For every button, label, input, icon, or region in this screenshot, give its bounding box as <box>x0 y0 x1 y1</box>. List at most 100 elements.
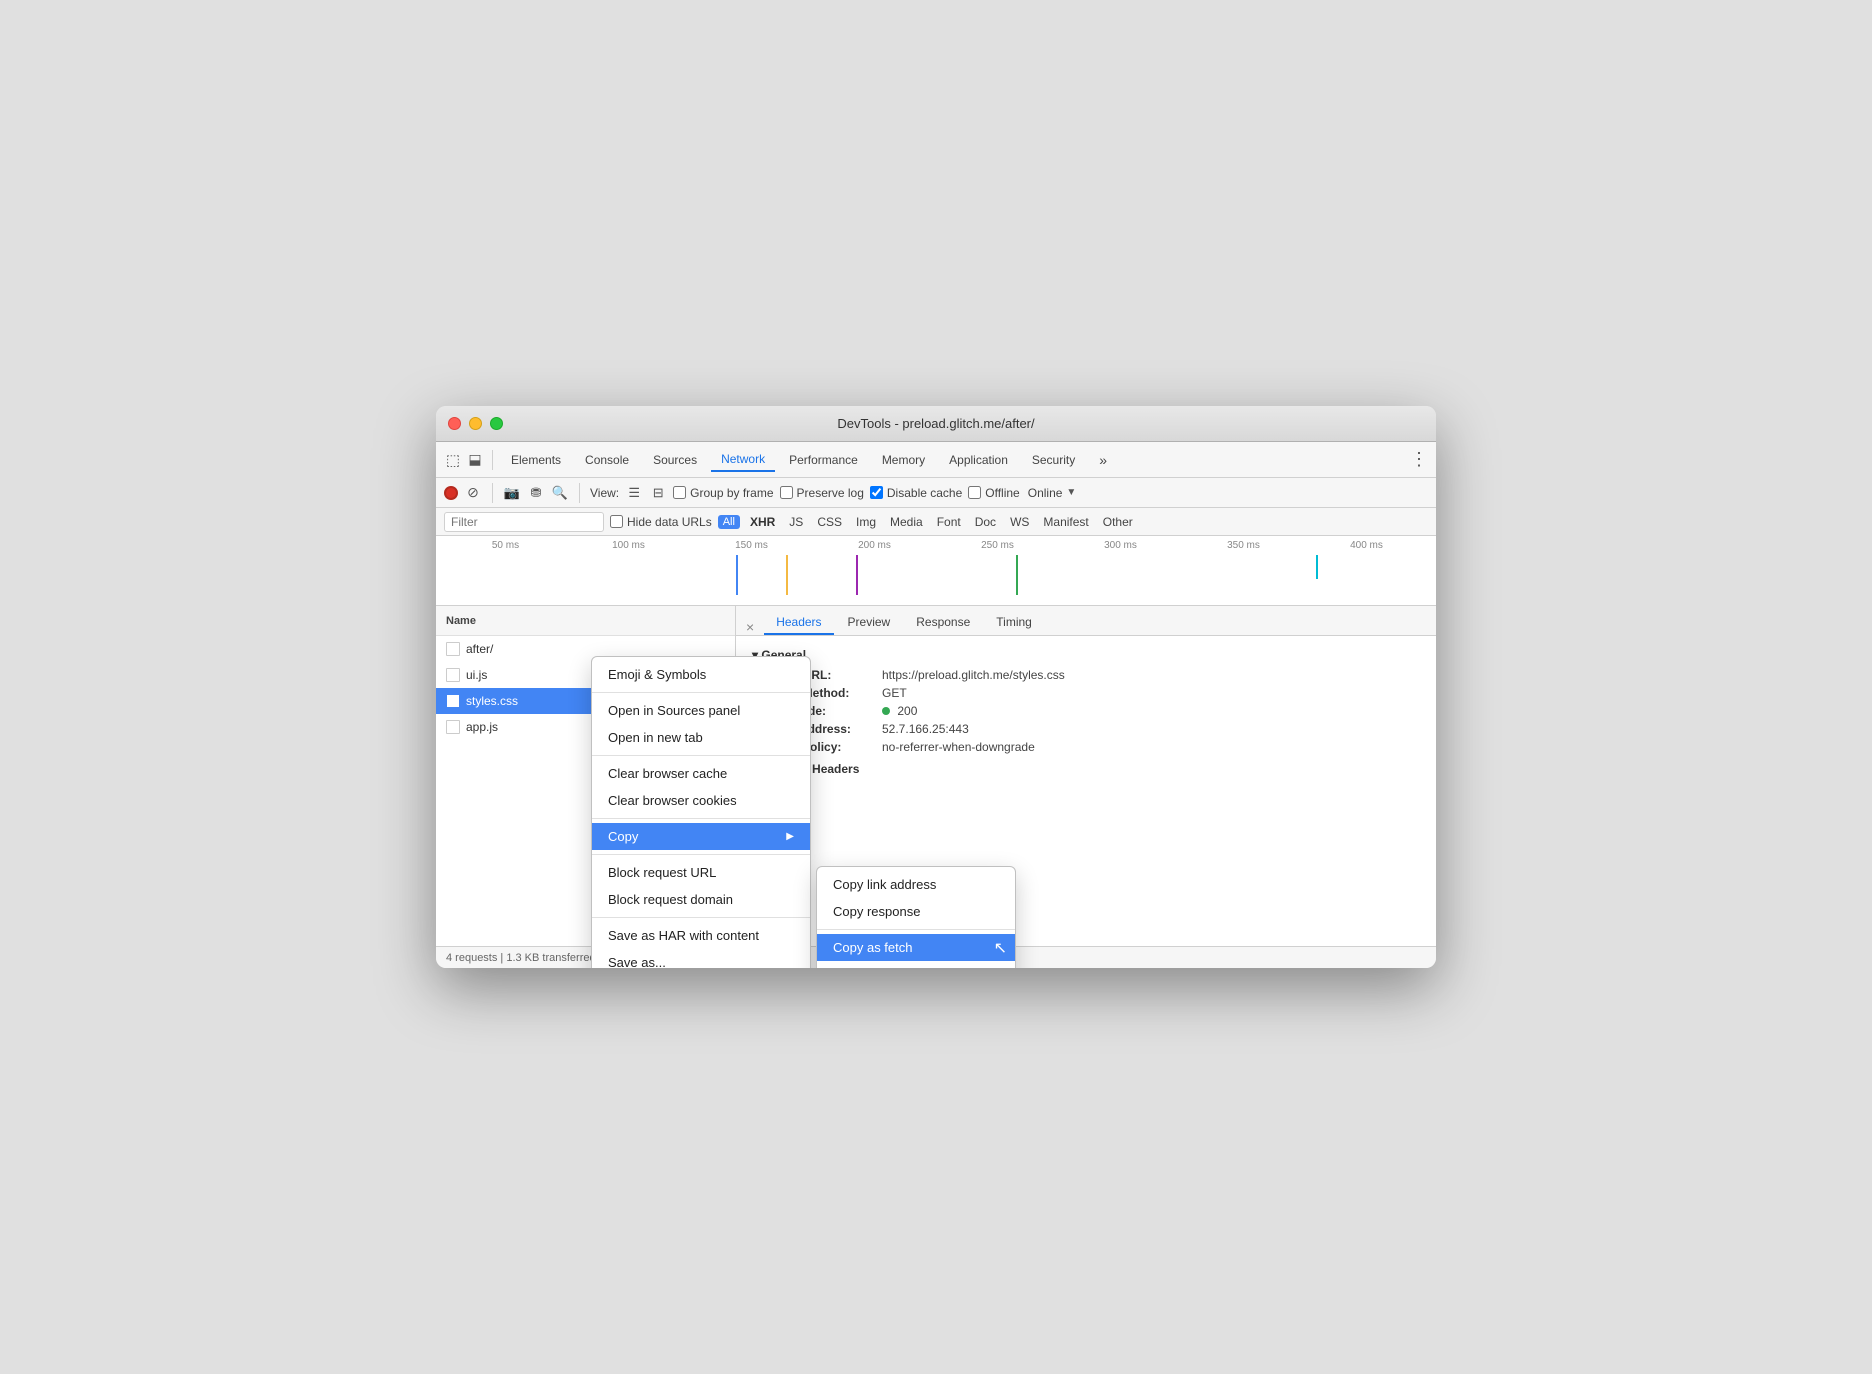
file-name-uijs: ui.js <box>466 668 487 682</box>
filter-manifest[interactable]: Manifest <box>1039 515 1092 529</box>
ctx-clear-cookies[interactable]: Clear browser cookies <box>592 787 810 814</box>
ctx-open-sources[interactable]: Open in Sources panel <box>592 697 810 724</box>
toolbar-sep-3 <box>579 483 580 503</box>
toolbar-sep-2 <box>492 483 493 503</box>
filter-img[interactable]: Img <box>852 515 880 529</box>
timeline-label-6: 350 ms <box>1182 540 1305 551</box>
more-options-icon[interactable]: ⋮ <box>1410 451 1428 469</box>
ctx-divider-1 <box>592 692 810 693</box>
disable-cache-checkbox[interactable] <box>870 486 883 499</box>
timeline-line-cyan <box>1316 555 1318 579</box>
detail-row-address: Remote Address: 52.7.166.25:443 <box>752 722 1420 736</box>
preserve-log-checkbox[interactable] <box>780 486 793 499</box>
filter-input[interactable] <box>444 512 604 532</box>
close-traffic-light[interactable] <box>448 417 461 430</box>
device-icon[interactable]: ⬓ <box>466 451 484 469</box>
tab-elements[interactable]: Elements <box>501 449 571 471</box>
ctx-divider-2 <box>592 755 810 756</box>
ctx-divider-3 <box>592 818 810 819</box>
status-text: 4 requests | 1.3 KB transferred <box>446 952 596 964</box>
record-button[interactable] <box>444 486 458 500</box>
detail-val-url: https://preload.glitch.me/styles.css <box>882 668 1065 682</box>
tab-more[interactable]: » <box>1089 448 1117 472</box>
hide-data-urls-checkbox[interactable] <box>610 515 623 528</box>
timeline-label-5: 300 ms <box>1059 540 1182 551</box>
title-bar: DevTools - preload.glitch.me/after/ <box>436 406 1436 442</box>
context-menu: Emoji & Symbols Open in Sources panel Op… <box>591 656 811 968</box>
main-area: Name after/ ui.js styles.css app.js × <box>436 606 1436 946</box>
toolbar-sep-1 <box>492 450 493 470</box>
timeline-bar: 50 ms 100 ms 150 ms 200 ms 250 ms 300 ms… <box>436 536 1436 606</box>
ctx-save-as[interactable]: Save as... <box>592 949 810 968</box>
tab-headers[interactable]: Headers <box>764 611 833 635</box>
tab-application[interactable]: Application <box>939 449 1018 471</box>
filter-all-badge[interactable]: All <box>718 515 740 529</box>
clear-icon[interactable]: ⊘ <box>464 484 482 502</box>
maximize-traffic-light[interactable] <box>490 417 503 430</box>
file-icon-styles <box>446 694 460 708</box>
status-dot <box>882 707 890 715</box>
file-list-header: Name <box>436 606 735 636</box>
ctx-block-url[interactable]: Block request URL <box>592 859 810 886</box>
timeline-lines <box>436 555 1436 595</box>
inspect-icon[interactable]: ⬚ <box>444 451 462 469</box>
view-list-icon[interactable]: ☰ <box>625 484 643 502</box>
context-submenu: Copy link address Copy response Copy as … <box>816 866 1016 968</box>
file-name-after: after/ <box>466 642 493 656</box>
detail-row-status: Status Code: 200 <box>752 704 1420 718</box>
tab-performance[interactable]: Performance <box>779 449 868 471</box>
ctx-copy-link-address[interactable]: Copy link address <box>817 871 1015 898</box>
filter-doc[interactable]: Doc <box>971 515 1000 529</box>
filter-js[interactable]: JS <box>785 515 807 529</box>
camera-icon[interactable]: 📷 <box>503 484 521 502</box>
ctx-block-domain[interactable]: Block request domain <box>592 886 810 913</box>
network-toolbar: ⊘ 📷 ⛃ 🔍 View: ☰ ⊟ Group by frame Preserv… <box>436 478 1436 508</box>
hide-data-urls-row: Hide data URLs <box>610 515 712 529</box>
file-icon-appjs <box>446 720 460 734</box>
tab-timing[interactable]: Timing <box>984 611 1044 635</box>
tab-memory[interactable]: Memory <box>872 449 935 471</box>
filter-bar: Hide data URLs All XHR JS CSS Img Media … <box>436 508 1436 536</box>
filter-media[interactable]: Media <box>886 515 927 529</box>
offline-checkbox[interactable] <box>968 486 981 499</box>
filter-css[interactable]: CSS <box>813 515 846 529</box>
details-tabs: × Headers Preview Response Timing <box>736 606 1436 636</box>
ctx-copy-as-curl[interactable]: Copy as cURL <box>817 961 1015 968</box>
ctx-copy[interactable]: Copy <box>592 823 810 850</box>
minimize-traffic-light[interactable] <box>469 417 482 430</box>
ctx-save-har[interactable]: Save as HAR with content <box>592 922 810 949</box>
detail-val-status: 200 <box>882 704 917 718</box>
view-preview-icon[interactable]: ⊟ <box>649 484 667 502</box>
filter-xhr[interactable]: XHR <box>746 515 779 529</box>
details-close[interactable]: × <box>746 619 754 635</box>
filter-ws[interactable]: WS <box>1006 515 1033 529</box>
online-dropdown[interactable]: ▼ <box>1066 487 1076 498</box>
ctx-copy-as-fetch[interactable]: Copy as fetch ↖ <box>817 934 1015 961</box>
filter-icon[interactable]: ⛃ <box>527 484 545 502</box>
online-label: Online <box>1028 486 1063 500</box>
tab-security[interactable]: Security <box>1022 449 1085 471</box>
filter-other[interactable]: Other <box>1099 515 1137 529</box>
ctx-copy-response[interactable]: Copy response <box>817 898 1015 925</box>
filter-font[interactable]: Font <box>933 515 965 529</box>
tab-preview[interactable]: Preview <box>836 611 903 635</box>
sub-divider-1 <box>817 929 1015 930</box>
tab-sources[interactable]: Sources <box>643 449 707 471</box>
ctx-emoji-symbols[interactable]: Emoji & Symbols <box>592 661 810 688</box>
timeline-line-green <box>1016 555 1018 595</box>
detail-val-address: 52.7.166.25:443 <box>882 722 969 736</box>
tab-network[interactable]: Network <box>711 448 775 472</box>
ctx-open-new-tab[interactable]: Open in new tab <box>592 724 810 751</box>
file-name-appjs: app.js <box>466 720 498 734</box>
tab-console[interactable]: Console <box>575 449 639 471</box>
status-code: 200 <box>897 704 917 718</box>
tab-response[interactable]: Response <box>904 611 982 635</box>
detail-row-url: Request URL: https://preload.glitch.me/s… <box>752 668 1420 682</box>
traffic-lights <box>448 417 503 430</box>
details-content: ▾ General Request URL: https://preload.g… <box>736 636 1436 794</box>
ctx-clear-cache[interactable]: Clear browser cache <box>592 760 810 787</box>
group-by-frame-checkbox[interactable] <box>673 486 686 499</box>
search-icon[interactable]: 🔍 <box>551 484 569 502</box>
timeline-label-2: 150 ms <box>690 540 813 551</box>
offline-row: Offline Online ▼ <box>968 486 1076 500</box>
